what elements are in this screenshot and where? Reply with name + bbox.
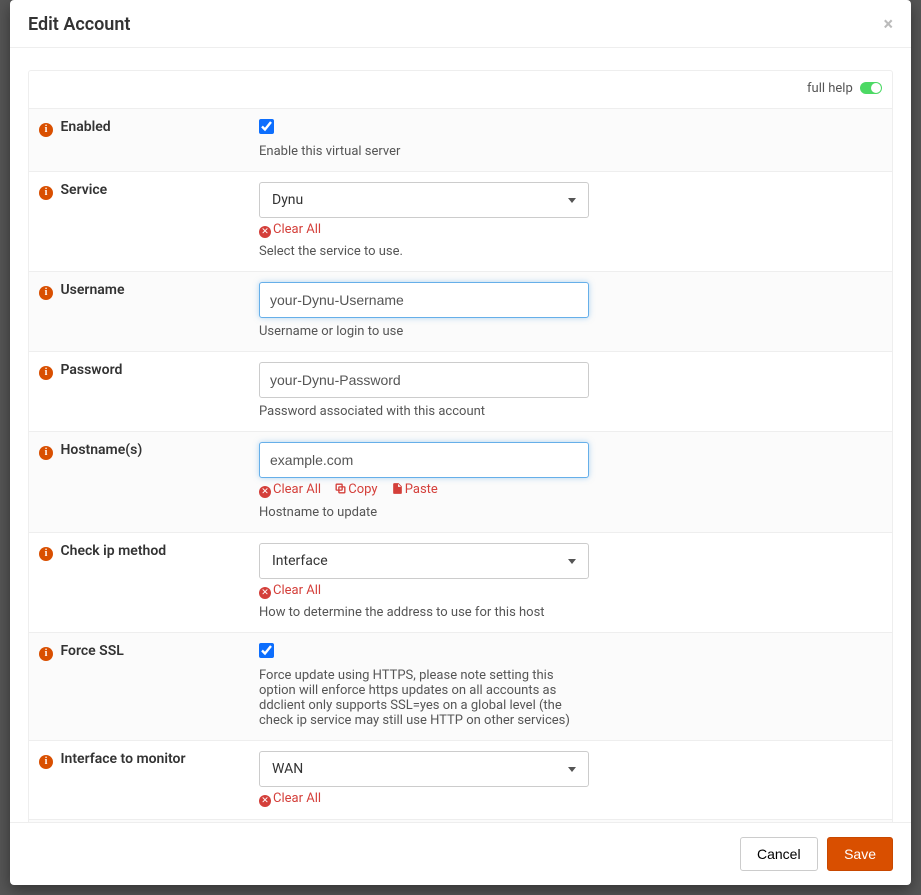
check-ip-select-value: Interface — [272, 553, 328, 569]
force-ssl-checkbox[interactable] — [259, 643, 274, 658]
note-password: Password associated with this account — [259, 404, 649, 419]
chevron-down-icon — [568, 559, 576, 564]
clear-all-link[interactable]: ✕Clear All — [259, 583, 321, 598]
clear-icon: ✕ — [259, 587, 271, 599]
label-enabled: Enabled — [60, 119, 110, 135]
clear-all-link[interactable]: ✕Clear All — [259, 482, 321, 497]
info-icon[interactable]: i — [39, 186, 53, 200]
service-select-value: Dynu — [272, 192, 303, 208]
interface-select[interactable]: WAN — [259, 751, 589, 787]
label-username: Username — [60, 282, 124, 298]
save-button[interactable]: Save — [827, 837, 893, 871]
clear-icon: ✕ — [259, 795, 271, 807]
label-interface: Interface to monitor — [60, 751, 185, 767]
note-service: Select the service to use. — [259, 244, 649, 259]
edit-account-modal: Edit Account × full help i Enabled Enabl… — [10, 0, 911, 885]
modal-body: full help i Enabled Enable this virtual … — [10, 48, 911, 822]
close-icon[interactable]: × — [883, 16, 893, 34]
modal-header: Edit Account × — [10, 0, 911, 48]
label-check-ip: Check ip method — [60, 543, 166, 559]
info-icon[interactable]: i — [39, 123, 53, 137]
clear-all-link[interactable]: ✕Clear All — [259, 222, 321, 237]
info-icon[interactable]: i — [39, 446, 53, 460]
info-icon[interactable]: i — [39, 286, 53, 300]
info-icon[interactable]: i — [39, 547, 53, 561]
chevron-down-icon — [568, 767, 576, 772]
modal-title: Edit Account — [28, 14, 130, 35]
note-enabled: Enable this virtual server — [259, 144, 649, 159]
full-help-label: full help — [807, 81, 853, 96]
full-help-row: full help — [29, 71, 892, 109]
clear-icon: ✕ — [259, 226, 271, 238]
copy-link[interactable]: Copy — [334, 482, 381, 497]
clear-all-link[interactable]: ✕Clear All — [259, 791, 321, 806]
check-ip-select[interactable]: Interface — [259, 543, 589, 579]
username-input[interactable] — [259, 282, 589, 318]
info-icon[interactable]: i — [39, 366, 53, 380]
label-password: Password — [60, 362, 122, 378]
enabled-checkbox[interactable] — [259, 119, 274, 134]
paste-icon — [391, 482, 404, 499]
label-hostnames: Hostname(s) — [60, 442, 142, 458]
chevron-down-icon — [568, 198, 576, 203]
note-username: Username or login to use — [259, 324, 649, 339]
paste-link[interactable]: Paste — [391, 482, 438, 497]
label-force-ssl: Force SSL — [60, 643, 123, 659]
info-icon[interactable]: i — [39, 647, 53, 661]
info-icon[interactable]: i — [39, 755, 53, 769]
clear-icon: ✕ — [259, 486, 271, 498]
hostnames-input[interactable] — [259, 442, 589, 478]
form-table: full help i Enabled Enable this virtual … — [29, 71, 892, 822]
full-help-toggle[interactable] — [860, 82, 882, 94]
password-input[interactable] — [259, 362, 589, 398]
cancel-button[interactable]: Cancel — [740, 837, 818, 871]
label-service: Service — [60, 182, 107, 198]
copy-icon — [334, 482, 347, 499]
note-hostnames: Hostname to update — [259, 505, 649, 520]
interface-select-value: WAN — [272, 761, 303, 777]
modal-footer: Cancel Save — [10, 822, 911, 885]
note-force-ssl: Force update using HTTPS, please note se… — [259, 668, 589, 728]
service-select[interactable]: Dynu — [259, 182, 589, 218]
note-check-ip: How to determine the address to use for … — [259, 605, 649, 620]
